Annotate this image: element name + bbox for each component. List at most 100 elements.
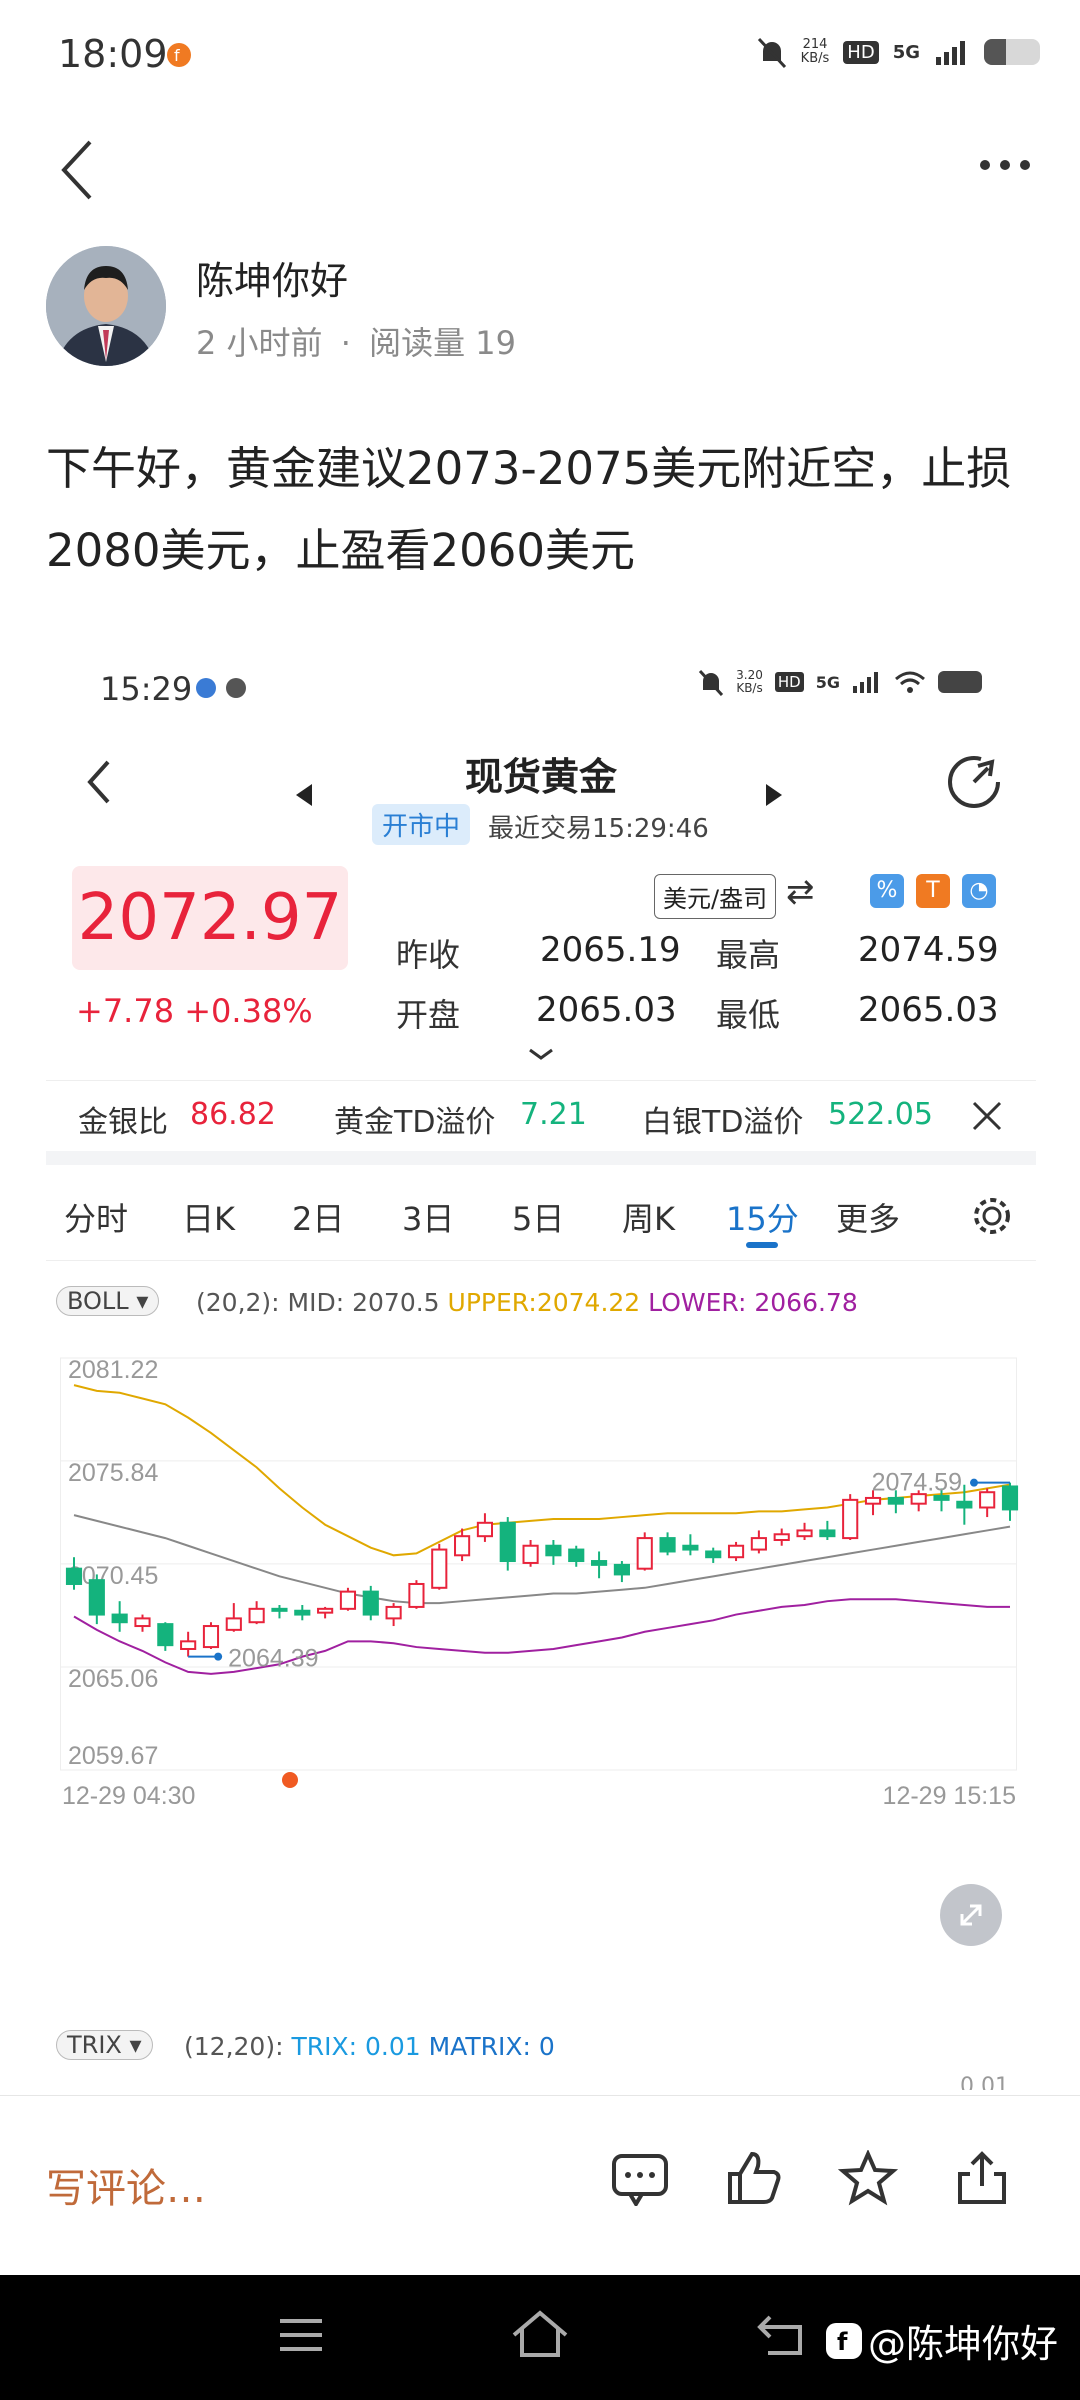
candle-body <box>682 1544 699 1551</box>
signal-icon <box>936 41 965 65</box>
embedded-screenshot[interactable]: 15:29 3.20 KB/s HD 5G 现货黄金 开市中 最近交易15:29… <box>46 640 1036 2090</box>
candle-body <box>476 1521 494 1538</box>
battery-icon <box>984 39 1040 65</box>
tab-more[interactable]: 更多 <box>836 1194 900 1240</box>
prev-close-value: 2065.19 <box>540 930 681 970</box>
candle-body <box>887 1496 904 1505</box>
unit-selector[interactable]: 美元/盎司 <box>654 874 777 919</box>
refresh-button[interactable] <box>944 752 1004 816</box>
candle-body <box>294 1609 311 1616</box>
candle-body <box>134 1617 151 1628</box>
net-speed: 214 KB/s <box>800 37 830 66</box>
comment-input[interactable]: 写评论… <box>46 2156 206 2214</box>
dot-icon <box>1000 160 1010 170</box>
tab-3day[interactable]: 3日 <box>402 1194 454 1240</box>
candle-body <box>202 1625 220 1649</box>
y-tick-label: 2081.22 <box>68 1356 158 1384</box>
candle-body <box>659 1537 676 1553</box>
back-arrow-icon <box>61 140 92 200</box>
author-name[interactable]: 陈坤你好 <box>196 250 348 305</box>
triangle-right-icon <box>766 784 782 806</box>
tab-2day[interactable]: 2日 <box>292 1194 344 1240</box>
svg-text:f: f <box>174 46 180 65</box>
status-bar: 18:09 f 214 KB/s HD 5G <box>0 0 1080 110</box>
candle-body <box>1001 1485 1019 1511</box>
silver-td-label: 白银TD溢价 <box>642 1105 804 1140</box>
mute-icon <box>699 669 724 696</box>
tab-weekly[interactable]: 周K <box>622 1194 675 1240</box>
x-start-label: 12-29 04:30 <box>62 1782 195 1810</box>
timeframe-tabs: 分时 日K 2日 3日 5日 周K 15分 更多 <box>46 1180 1036 1261</box>
menu-icon[interactable] <box>276 2315 326 2355</box>
read-count: 阅读量 19 <box>369 324 516 362</box>
y-tick-label: 2065.06 <box>68 1665 158 1693</box>
settings-gear-icon[interactable] <box>970 1194 1014 1238</box>
status-icons: 214 KB/s HD 5G <box>757 30 1040 74</box>
pie-chart-icon[interactable]: ◔ <box>962 874 996 908</box>
t-icon[interactable]: T <box>916 874 950 908</box>
price-change: +7.78 +0.38% <box>76 992 313 1030</box>
embedded-network-type: 5G <box>815 672 840 692</box>
fullscreen-button[interactable] <box>940 1884 1002 1946</box>
app-logo-icon: f <box>825 2322 862 2359</box>
comment-icon[interactable] <box>610 2150 670 2206</box>
max-marker-dot <box>970 1478 978 1487</box>
home-icon[interactable] <box>510 2309 570 2359</box>
candlestick-chart[interactable]: 2081.222075.842070.452065.062059.672074.… <box>60 1330 1030 2000</box>
embedded-time: 15:29 <box>100 670 193 708</box>
y-tick-label: 2075.84 <box>68 1459 158 1487</box>
candle-body <box>88 1579 105 1616</box>
candle-body <box>157 1623 174 1647</box>
max-marker-label: 2074.59 <box>872 1469 962 1497</box>
last-trade-time: 最近交易15:29:46 <box>488 814 709 844</box>
like-icon[interactable] <box>724 2150 784 2206</box>
tab-15min[interactable]: 15分 <box>726 1194 799 1240</box>
gold-td-label: 黄金TD溢价 <box>334 1105 496 1140</box>
tab-daily[interactable]: 日K <box>182 1194 235 1240</box>
high-value: 2074.59 <box>858 930 999 970</box>
expand-icon <box>960 1904 982 1926</box>
low-label: 最低 <box>716 996 781 1034</box>
candle-body <box>613 1563 630 1576</box>
candle-body <box>727 1544 745 1559</box>
embedded-status-icons: 3.20 KB/s HD 5G <box>698 668 982 696</box>
embedded-app-icons <box>196 678 246 698</box>
trix-values: (12,20): TRIX: 0.01 MATRIX: 0 <box>184 2032 555 2061</box>
ratio-bar: 金银比 86.82 黄金TD溢价 7.21 白银TD溢价 522.05 <box>46 1080 1036 1165</box>
author-avatar[interactable] <box>46 246 166 366</box>
open-label: 开盘 <box>396 996 461 1034</box>
percent-icon[interactable]: % <box>870 874 904 908</box>
expand-quotes-icon[interactable] <box>526 1046 556 1062</box>
tool-icons: % T ◔ <box>870 874 996 908</box>
min-marker-label: 2064.39 <box>228 1645 318 1673</box>
trix-indicator-selector[interactable]: TRIX ▾ <box>56 2030 153 2060</box>
next-instrument-button[interactable] <box>764 780 784 814</box>
back-button[interactable] <box>48 135 108 205</box>
boll-lower: LOWER: 2066.78 <box>648 1288 858 1317</box>
wifi-icon <box>895 671 925 693</box>
boll-indicator-selector[interactable]: BOLL ▾ <box>56 1286 160 1316</box>
active-tab-indicator <box>746 1242 778 1248</box>
candle-body <box>454 1535 471 1557</box>
candle-body <box>545 1544 562 1557</box>
candle-body <box>568 1548 585 1563</box>
embedded-net-speed: 3.20 KB/s <box>736 668 763 695</box>
close-icon[interactable] <box>970 1099 1004 1133</box>
price-box: 2072.97 <box>72 866 348 970</box>
candle-body <box>225 1617 242 1631</box>
tab-intraday[interactable]: 分时 <box>64 1194 128 1240</box>
share-icon[interactable] <box>952 2150 1012 2206</box>
candle-body <box>65 1567 83 1585</box>
trix-edge-value: 0.01 <box>960 2074 1009 2090</box>
favorite-star-icon[interactable] <box>838 2150 898 2206</box>
more-options-button[interactable] <box>970 145 1040 185</box>
battery-icon <box>938 671 982 693</box>
tab-5day[interactable]: 5日 <box>512 1194 564 1240</box>
boll-values: (20,2): MID: 2070.5 UPPER:2074.22 LOWER:… <box>196 1288 858 1317</box>
swap-icon[interactable]: ⇄ <box>786 872 815 912</box>
candle-body <box>842 1498 859 1540</box>
back-nav-icon[interactable] <box>756 2313 806 2357</box>
open-value: 2065.03 <box>536 990 677 1030</box>
status-time: 18:09 <box>58 32 168 76</box>
hd-badge: HD <box>843 40 879 64</box>
